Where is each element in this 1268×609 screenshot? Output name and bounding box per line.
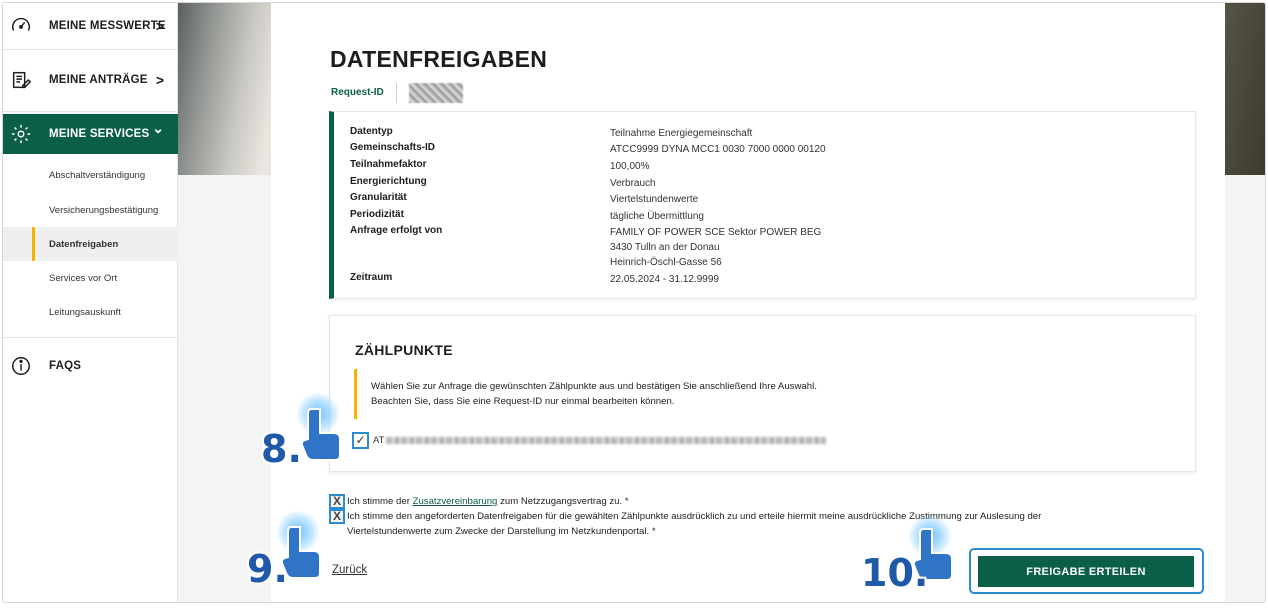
main-card: DATENFREIGABEN Request-ID Datentyp Teiln… bbox=[271, 3, 1225, 602]
detail-value: tägliche Übermittlung bbox=[610, 211, 704, 222]
zaehlpunkt-prefix: AT bbox=[373, 435, 385, 446]
step-number: 9. bbox=[247, 547, 288, 591]
request-id-value-redacted bbox=[409, 83, 463, 103]
section-title: ZÄHLPUNKTE bbox=[355, 342, 453, 358]
divider bbox=[3, 337, 178, 338]
detail-value: 3430 Tulln an der Donau bbox=[610, 242, 720, 253]
sidebar: MEINE MESSWERTE > MEINE ANTRÄGE > MEINE … bbox=[3, 3, 178, 602]
consent-text: Ich stimme der Zusatzvereinbarung zum Ne… bbox=[347, 494, 629, 509]
detail-key: Granularität bbox=[350, 192, 407, 203]
notice-text: Beachten Sie, dass Sie eine Request-ID n… bbox=[371, 396, 675, 407]
zaehlpunkt-redacted bbox=[386, 437, 826, 444]
pointing-hand-icon bbox=[301, 408, 341, 461]
gear-icon bbox=[11, 124, 31, 144]
page-title: DATENFREIGABEN bbox=[330, 46, 548, 72]
chevron-down-icon: ⌄ bbox=[152, 120, 164, 136]
detail-value: FAMILY OF POWER SCE Sektor POWER BEG bbox=[610, 227, 822, 238]
document-edit-icon bbox=[12, 71, 32, 89]
divider bbox=[396, 83, 397, 103]
sidebar-item-versicherungsbestaetigung[interactable]: Versicherungsbestätigung bbox=[3, 193, 178, 227]
gauge-icon bbox=[12, 17, 30, 31]
back-link[interactable]: Zurück bbox=[332, 564, 367, 576]
detail-value: Viertelstundenwerte bbox=[610, 194, 699, 205]
app-window: MEINE MESSWERTE > MEINE ANTRÄGE > MEINE … bbox=[2, 2, 1266, 603]
detail-key: Zeitraum bbox=[350, 272, 393, 283]
nav-meine-antraege[interactable]: MEINE ANTRÄGE > bbox=[3, 57, 178, 103]
detail-key: Teilnahmefaktor bbox=[350, 159, 427, 170]
request-id-label: Request-ID bbox=[331, 87, 384, 98]
divider bbox=[3, 49, 178, 50]
detail-value: 100,00% bbox=[610, 161, 650, 172]
detail-key: Anfrage erfolgt von bbox=[350, 225, 443, 236]
nav-meine-services[interactable]: MEINE SERVICES ⌄ bbox=[3, 114, 178, 154]
consent-checkbox-datenfreigabe[interactable]: X bbox=[329, 509, 345, 524]
zaehlpunkt-checkbox[interactable]: ✓ bbox=[352, 432, 369, 449]
zaehlpunkt-label: AT bbox=[373, 435, 833, 446]
detail-value: ATCC9999 DYNA MCC1 0030 7000 0000 00120 bbox=[610, 144, 826, 155]
step-number: 10. bbox=[861, 551, 929, 595]
nav-faqs[interactable]: FAQS bbox=[3, 343, 178, 389]
notice-box: Wählen Sie zur Anfrage die gewünschten Z… bbox=[354, 369, 994, 419]
detail-key: Gemeinschafts-ID bbox=[350, 142, 436, 153]
zusatzvereinbarung-link[interactable]: Zusatzvereinbarung bbox=[413, 496, 498, 507]
consent-text-part: zum Netzzugangsvertrag zu. * bbox=[500, 496, 629, 507]
sidebar-item-abschaltverstaendigung[interactable]: Abschaltverständigung bbox=[3, 158, 178, 192]
chevron-right-icon: > bbox=[155, 72, 164, 88]
detail-key: Datentyp bbox=[350, 126, 393, 137]
info-icon bbox=[12, 357, 30, 375]
sidebar-item-datenfreigaben[interactable]: Datenfreigaben bbox=[3, 227, 178, 261]
chevron-right-icon: > bbox=[155, 18, 164, 34]
nav-label: MEINE ANTRÄGE bbox=[49, 74, 148, 86]
details-panel: Datentyp Teilnahme Energiegemeinschaft G… bbox=[329, 111, 1196, 299]
detail-value: Verbrauch bbox=[610, 178, 656, 189]
nav-meine-messwerte[interactable]: MEINE MESSWERTE > bbox=[3, 3, 178, 49]
zaehlpunkte-panel: ZÄHLPUNKTE Wählen Sie zur Anfrage die ge… bbox=[329, 315, 1196, 472]
detail-value: 22.05.2024 - 31.12.9999 bbox=[610, 274, 719, 285]
detail-value: Heinrich-Öschl-Gasse 56 bbox=[610, 257, 722, 268]
detail-key: Periodizität bbox=[350, 209, 404, 220]
sidebar-item-leitungsauskunft[interactable]: Leitungsauskunft bbox=[3, 295, 178, 329]
detail-key: Energierichtung bbox=[350, 176, 427, 187]
divider bbox=[3, 111, 178, 112]
freigabe-erteilen-button[interactable]: FREIGABE ERTEILEN bbox=[978, 556, 1194, 587]
detail-value: Teilnahme Energiegemeinschaft bbox=[610, 128, 753, 139]
consent-text-part: Ich stimme der bbox=[347, 496, 410, 507]
nav-label: MEINE SERVICES bbox=[49, 128, 150, 140]
consent-checkbox-zusatzvereinbarung[interactable]: X bbox=[329, 494, 345, 509]
step-number: 8. bbox=[261, 427, 302, 471]
sidebar-item-services-vor-ort[interactable]: Services vor Ort bbox=[3, 261, 178, 295]
nav-label: MEINE MESSWERTE bbox=[49, 20, 166, 32]
nav-label: FAQS bbox=[49, 360, 82, 372]
notice-text: Wählen Sie zur Anfrage die gewünschten Z… bbox=[371, 381, 817, 392]
